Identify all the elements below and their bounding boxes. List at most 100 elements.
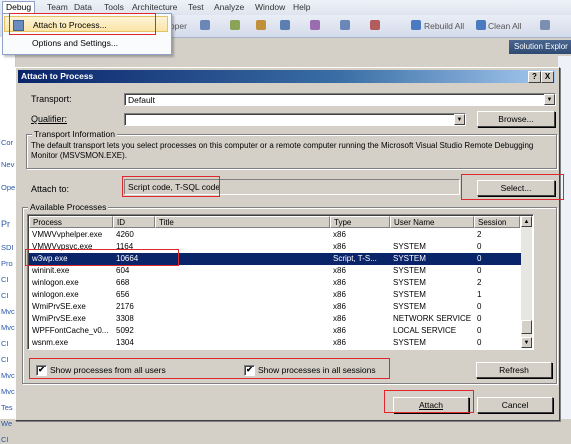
cell-id: 1304	[116, 338, 134, 347]
cell-id: 604	[116, 266, 130, 275]
toolbar-icon[interactable]	[200, 20, 210, 30]
side-label[interactable]: CI	[1, 291, 9, 300]
menu-test[interactable]: Test	[188, 2, 204, 12]
toolbar-icon[interactable]	[310, 20, 320, 30]
side-label[interactable]: Pro	[1, 259, 13, 268]
transport-combo[interactable]: Default ▼	[124, 93, 556, 106]
cell-user: SYSTEM	[393, 242, 426, 251]
side-label[interactable]: CI	[1, 355, 9, 364]
column-header-session[interactable]: Session	[474, 216, 520, 228]
column-header-id[interactable]: ID	[113, 216, 155, 228]
toolbar-icon[interactable]	[540, 20, 550, 30]
toolbar-icon[interactable]	[340, 20, 350, 30]
menu-team[interactable]: Team	[47, 2, 68, 12]
close-button[interactable]: X	[541, 71, 554, 83]
dropdown-arrow-icon[interactable]: ▼	[454, 114, 465, 125]
show-all-users-checkbox[interactable]: ✔	[36, 365, 47, 376]
toolbar-icon[interactable]	[370, 20, 380, 30]
qualifier-combo[interactable]: ▼	[124, 113, 466, 126]
menu-tools[interactable]: Tools	[104, 2, 124, 12]
cell-id: 3308	[116, 314, 134, 323]
vertical-scrollbar[interactable]: ▲ ▼	[521, 216, 532, 348]
process-list[interactable]: Process ID Title Type User Name Session …	[27, 214, 534, 350]
side-label[interactable]: Nev	[1, 160, 14, 169]
attach-to-process-menu-item[interactable]: Attach to Process...	[4, 16, 168, 32]
side-label[interactable]: Mvc	[1, 323, 15, 332]
attach-button[interactable]: Attach	[393, 397, 469, 413]
cell-session: 0	[477, 302, 482, 311]
cell-type: x86	[333, 326, 346, 335]
side-label[interactable]: CI	[1, 339, 9, 348]
clean-icon[interactable]	[476, 20, 486, 30]
scroll-up-icon[interactable]: ▲	[521, 216, 532, 227]
side-label[interactable]: SDI	[1, 243, 14, 252]
column-header-type[interactable]: Type	[330, 216, 390, 228]
toolbar-icon[interactable]	[280, 20, 290, 30]
column-header-user-name[interactable]: User Name	[390, 216, 474, 228]
cell-type: x86	[333, 314, 346, 323]
rebuild-all-button[interactable]: Rebuild All	[424, 21, 464, 31]
cell-process: wininit.exe	[32, 266, 70, 275]
side-label[interactable]: We	[1, 419, 12, 428]
transport-value: Default	[128, 95, 155, 105]
toolbar-icon[interactable]	[230, 20, 240, 30]
rebuild-icon[interactable]	[411, 20, 421, 30]
table-row[interactable]: wininit.exe 604 x86 SYSTEM 0	[29, 265, 521, 277]
show-all-sessions-checkbox[interactable]: ✔	[244, 365, 255, 376]
table-row[interactable]: VMWVvpsvc.exe 1164 x86 SYSTEM 0	[29, 241, 521, 253]
cell-process: wsnm.exe	[32, 338, 69, 347]
table-row[interactable]: wsnm.exe 1304 x86 SYSTEM 0	[29, 337, 521, 349]
menu-item-label: Options and Settings...	[32, 38, 118, 48]
select-button[interactable]: Select...	[477, 180, 555, 196]
side-label[interactable]: Tes	[1, 403, 13, 412]
cell-user: SYSTEM	[393, 278, 426, 287]
dropdown-arrow-icon[interactable]: ▼	[544, 94, 555, 105]
table-row[interactable]: WmiPrvSE.exe 3308 x86 NETWORK SERVICE 0	[29, 313, 521, 325]
cell-type: Script, T-S...	[333, 254, 377, 263]
menu-help[interactable]: Help	[293, 2, 310, 12]
cell-type: x86	[333, 242, 346, 251]
cell-type: x86	[333, 230, 346, 239]
menu-architecture[interactable]: Architecture	[132, 2, 177, 12]
side-label[interactable]: CI	[1, 275, 9, 284]
refresh-button[interactable]: Refresh	[476, 362, 552, 378]
scroll-down-icon[interactable]: ▼	[521, 337, 532, 348]
browse-button[interactable]: Browse...	[477, 111, 555, 127]
table-row[interactable]: WPFFontCache_v0... 5092 x86 LOCAL SERVICE 0	[29, 325, 521, 337]
menu-item-label: Attach to Process...	[33, 20, 107, 30]
cell-process: winlogon.exe	[32, 278, 79, 287]
cell-process: winlogon.exe	[32, 290, 79, 299]
cell-type: x86	[333, 290, 346, 299]
side-label[interactable]: Cor	[1, 138, 13, 147]
options-and-settings-menu-item[interactable]: Options and Settings...	[4, 35, 168, 51]
table-row[interactable]: WmiPrvSE.exe 2176 x86 SYSTEM 0	[29, 301, 521, 313]
side-label[interactable]: Mvc	[1, 307, 15, 316]
table-row[interactable]: w3wp.exe 10664 Script, T-S... SYSTEM 0	[29, 253, 521, 265]
cell-user: SYSTEM	[393, 266, 426, 275]
table-row[interactable]: winlogon.exe 656 x86 SYSTEM 1	[29, 289, 521, 301]
menu-analyze[interactable]: Analyze	[214, 2, 244, 12]
menu-window[interactable]: Window	[255, 2, 285, 12]
cancel-button[interactable]: Cancel	[477, 397, 553, 413]
clean-all-button[interactable]: Clean All	[488, 21, 522, 31]
dialog-title-bar: Attach to Process ? X	[18, 70, 555, 83]
solution-explorer-tab[interactable]: Solution Explor	[509, 40, 571, 54]
toolbar-icon[interactable]	[256, 20, 266, 30]
cell-user: LOCAL SERVICE	[393, 326, 457, 335]
table-row[interactable]: winlogon.exe 668 x86 SYSTEM 2	[29, 277, 521, 289]
side-label[interactable]: CI	[1, 435, 9, 444]
show-all-users-label[interactable]: Show processes from all users	[50, 365, 166, 375]
menu-data[interactable]: Data	[74, 2, 92, 12]
show-all-sessions-label[interactable]: Show processes in all sessions	[258, 365, 376, 375]
table-row[interactable]: VMWVvphelper.exe 4260 x86 2	[29, 229, 521, 241]
scroll-thumb[interactable]	[521, 320, 532, 334]
cell-process: VMWVvpsvc.exe	[32, 242, 93, 251]
side-label[interactable]: Mvc	[1, 371, 15, 380]
cell-session: 1	[477, 290, 482, 299]
help-button[interactable]: ?	[528, 71, 541, 83]
column-header-process[interactable]: Process	[29, 216, 113, 228]
side-label[interactable]: Ope	[1, 183, 15, 192]
side-label[interactable]: Mvc	[1, 387, 15, 396]
column-header-title[interactable]: Title	[155, 216, 330, 228]
cell-process: WmiPrvSE.exe	[32, 314, 86, 323]
